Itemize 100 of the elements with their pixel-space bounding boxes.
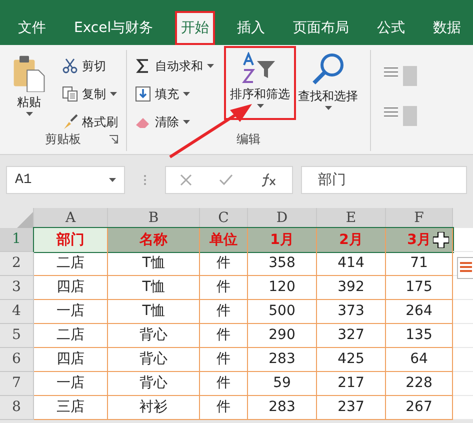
table-cell: 三店 [34,396,108,419]
table-cell: 件 [200,324,248,347]
group-label: 剪贴板 [45,133,81,148]
ribbon-tab[interactable]: 插入 [231,11,272,45]
row-header[interactable]: 3 [0,276,34,300]
table-cell: 四店 [34,348,108,371]
ribbon-button[interactable]: 自动求和 [135,54,214,77]
ribbon-tab[interactable]: Excel与财务 [68,11,160,45]
copy-icon [62,86,78,102]
ribbon-button[interactable]: 复制 [62,82,118,105]
table-cell: 414 [317,252,386,275]
cancel-icon[interactable] [180,174,192,186]
table-cell: 283 [248,396,317,419]
quick-analysis-icon[interactable] [457,257,473,279]
header-cell: 2月 [317,228,386,252]
table-cell: 背心 [108,372,200,395]
row-header[interactable]: 8 [0,396,34,420]
table-cell: 267 [386,396,453,419]
column-header[interactable]: E [317,208,386,228]
table-cell: 一店 [34,372,108,395]
caret-icon [26,112,32,116]
table-cell: 392 [317,276,386,299]
header-cell: 名称 [108,228,200,252]
column-header[interactable]: F [386,208,453,228]
sigma-icon [135,58,151,74]
caret-icon [109,178,116,182]
ribbon-tab[interactable]: 公式 [371,11,412,45]
table-cell: 290 [248,324,317,347]
ribbon-tab[interactable]: 文件 [12,11,52,45]
column-header[interactable]: A [34,208,108,228]
table-cell: 135 [386,324,453,347]
formula-input[interactable]: 部门 [301,166,467,194]
column-header[interactable]: B [108,208,200,228]
caret-icon [256,104,264,108]
caret-icon [110,92,117,96]
table-cell: 120 [248,276,317,299]
function-icon[interactable] [260,173,278,187]
table-cell: 71 [386,252,453,275]
caret-icon [324,106,332,110]
table-cell: 500 [248,300,317,323]
align-icon[interactable] [383,106,399,118]
search-icon [311,52,345,86]
row-header[interactable]: 5 [0,324,34,348]
column-header[interactable]: C [200,208,248,228]
column-header[interactable]: D [248,208,317,228]
ribbon-button[interactable]: 剪切 [62,54,118,77]
brush-icon [62,114,78,130]
table-cell: 373 [317,300,386,323]
ribbon-button[interactable]: 粘贴 [8,50,50,120]
fill-down-icon [135,86,151,102]
ribbon-button[interactable]: 填充 [135,82,214,105]
table-cell: 二店 [34,252,108,275]
table-cell: 327 [317,324,386,347]
ribbon-tab[interactable]: 页面布局 [287,11,356,45]
cursor-icon [433,232,449,248]
table-cell: 217 [317,372,386,395]
table-cell: 四店 [34,276,108,299]
caret-icon [183,92,190,96]
group-label: 编辑 [236,133,260,148]
table-cell: T恤 [108,276,200,299]
table-cell: 件 [200,276,248,299]
table-cell: 件 [200,300,248,323]
header-cell: 部门 [34,228,108,252]
caret-icon [207,64,214,68]
clipboard-icon [12,54,46,92]
ribbon-tab[interactable]: 数据 [427,11,468,45]
ribbon-tab[interactable]: 开始 [175,11,216,45]
ribbon-button[interactable]: 清除 [135,110,214,133]
table-cell: 背心 [108,324,200,347]
align-icon[interactable] [383,66,399,78]
row-header[interactable]: 4 [0,300,34,324]
header-cell: 3月 [386,228,453,252]
row-header[interactable]: 6 [0,348,34,372]
scissors-icon [62,58,78,74]
table-cell: 二店 [34,324,108,347]
table-cell: 衬衫 [108,396,200,419]
table-cell: 358 [248,252,317,275]
table-cell: T恤 [108,300,200,323]
grip-icon [143,174,147,186]
table-cell: 425 [317,348,386,371]
table-cell: 件 [200,372,248,395]
caret-icon [183,120,190,124]
header-cell: 单位 [200,228,248,252]
dialog-launcher-icon[interactable] [109,135,118,144]
row-header[interactable]: 7 [0,372,34,396]
row-header[interactable]: 2 [0,252,34,276]
table-cell: 件 [200,252,248,275]
table-cell: 237 [317,396,386,419]
ribbon-button[interactable]: 排序和筛选 [226,48,294,118]
table-cell: 64 [386,348,453,371]
table-cell: 一店 [34,300,108,323]
row-header[interactable]: 1 [0,228,34,252]
table-cell: 175 [386,276,453,299]
ribbon-button[interactable]: 格式刷 [62,110,118,133]
table-cell: 264 [386,300,453,323]
check-icon[interactable] [218,174,233,186]
table-cell: 228 [386,372,453,395]
ribbon-button[interactable]: 查找和选择 [294,48,362,118]
table-cell: 件 [200,396,248,419]
name-box[interactable]: A1 [6,166,125,194]
